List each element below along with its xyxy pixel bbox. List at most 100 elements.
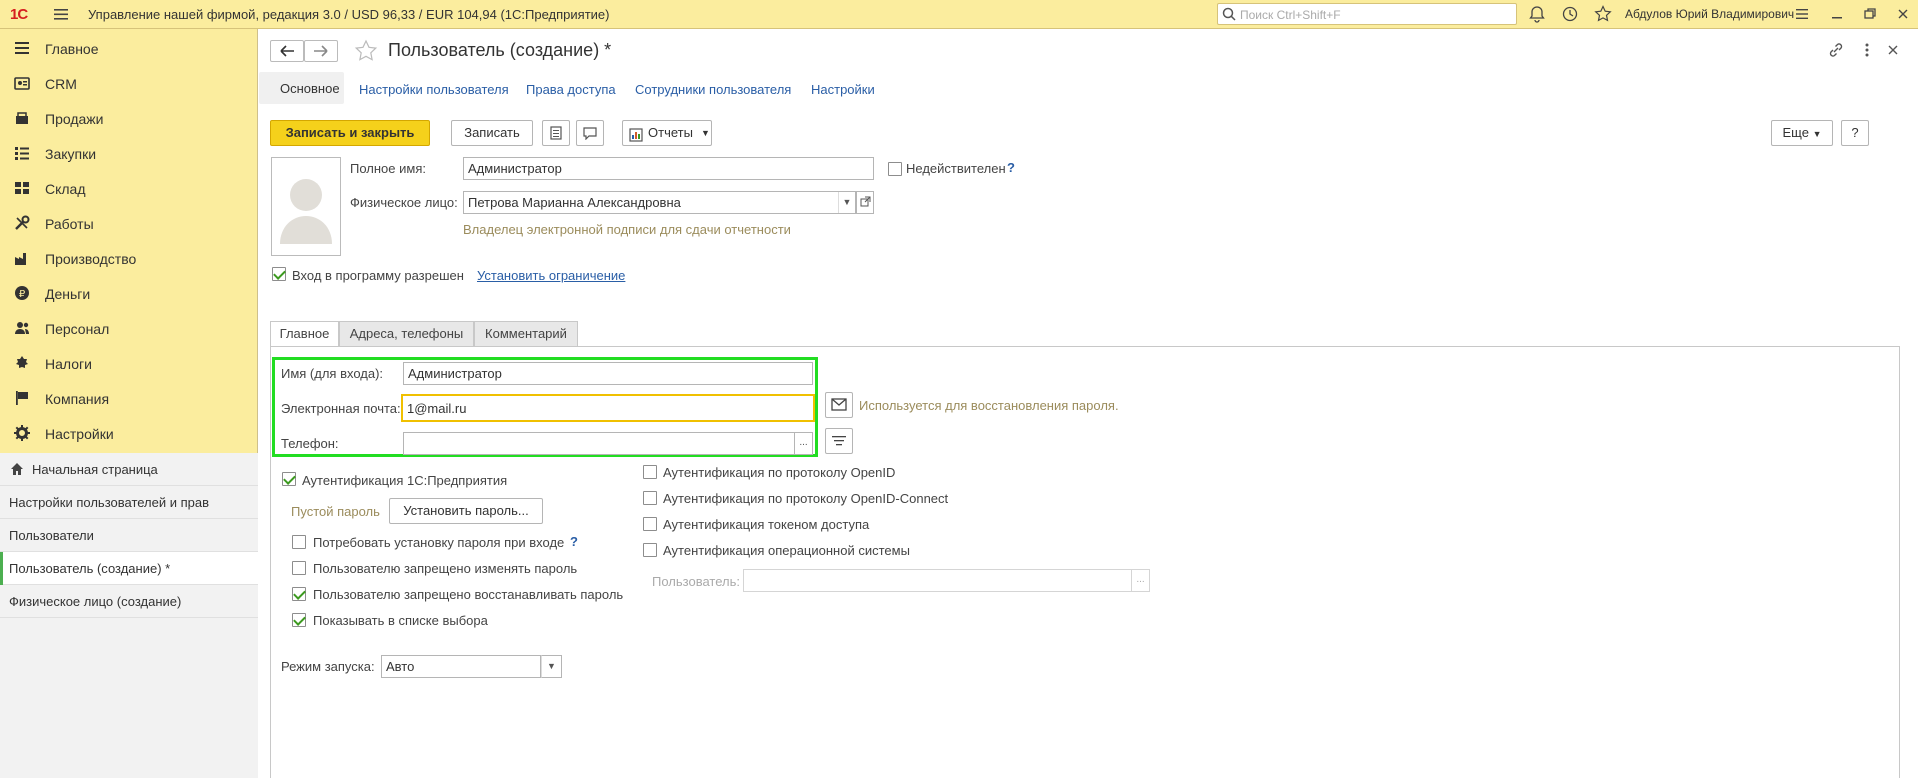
auth-os-label: Аутентификация операционной системы: [663, 543, 910, 558]
comment-button[interactable]: [576, 120, 604, 146]
tab-user-settings[interactable]: Настройки пользователя: [359, 82, 509, 97]
settings-lines-icon[interactable]: [1793, 5, 1811, 23]
sidebar-item-purchases[interactable]: Закупки: [0, 136, 258, 171]
invalid-checkbox[interactable]: [888, 162, 902, 176]
flag-icon: [14, 390, 30, 406]
login-allowed-checkbox[interactable]: [272, 267, 286, 281]
inner-tab-comment[interactable]: Комментарий: [474, 321, 578, 347]
notifications-icon[interactable]: [1528, 5, 1546, 23]
auth-1c-checkbox[interactable]: [282, 472, 296, 486]
favorites-star-icon[interactable]: [1594, 5, 1612, 23]
sidebar-item-production[interactable]: Производство: [0, 241, 258, 276]
save-button[interactable]: Записать: [451, 120, 533, 146]
home-icon: [10, 462, 24, 479]
person-dropdown-icon[interactable]: ▼: [838, 192, 855, 213]
set-password-button[interactable]: Установить пароль...: [389, 498, 543, 524]
show-in-list-checkbox[interactable]: [292, 613, 306, 627]
send-email-button[interactable]: [825, 392, 853, 418]
login-name-input[interactable]: Администратор: [403, 362, 813, 385]
open-window-item[interactable]: Физическое лицо (создание): [0, 585, 258, 618]
help-button[interactable]: ?: [1841, 120, 1869, 146]
sidebar-item-label: Деньги: [45, 286, 91, 302]
open-person-icon[interactable]: [856, 191, 874, 214]
close-app-icon[interactable]: [1894, 5, 1912, 23]
set-restriction-link[interactable]: Установить ограничение: [477, 268, 625, 283]
sidebar-item-crm[interactable]: CRM: [0, 66, 258, 101]
sidebar-item-settings[interactable]: Настройки: [0, 416, 258, 451]
sidebar-item-company[interactable]: Компания: [0, 381, 258, 416]
favorite-star-icon[interactable]: [354, 39, 378, 66]
sidebar-item-label: Закупки: [45, 146, 97, 162]
phone-settings-button[interactable]: [825, 428, 853, 454]
back-button[interactable]: [270, 40, 304, 62]
require-password-checkbox[interactable]: [292, 535, 306, 549]
open-window-label: Начальная страница: [32, 462, 158, 477]
reports-dropdown-button[interactable]: Отчеты ▼: [622, 120, 712, 146]
phone-input[interactable]: [403, 432, 795, 455]
minimize-icon[interactable]: [1828, 5, 1846, 23]
sidebar-item-label: Продажи: [45, 111, 104, 127]
history-icon[interactable]: [1561, 5, 1579, 23]
current-user-name[interactable]: Абдулов Юрий Владимирович: [1625, 7, 1794, 21]
open-window-home[interactable]: Начальная страница: [0, 453, 258, 486]
auth-token-checkbox[interactable]: [643, 517, 657, 531]
tab-user-employees[interactable]: Сотрудники пользователя: [635, 82, 791, 97]
restore-window-icon[interactable]: [1861, 5, 1879, 23]
sidebar-item-taxes[interactable]: Налоги: [0, 346, 258, 381]
tab-settings[interactable]: Настройки: [811, 82, 875, 97]
link-icon[interactable]: [1827, 41, 1845, 62]
open-window-label: Пользователь (создание) *: [9, 561, 171, 576]
sidebar-item-label: Производство: [45, 251, 137, 267]
more-dropdown-button[interactable]: Еще ▼: [1771, 120, 1833, 146]
form-area: Пользователь (создание) * Основное Настр…: [259, 29, 1918, 778]
forward-button[interactable]: [304, 40, 338, 62]
purchases-icon: [14, 145, 30, 161]
help-icon[interactable]: ?: [1007, 160, 1015, 175]
os-user-label: Пользователь:: [652, 574, 740, 589]
login-name-label: Имя (для входа):: [281, 366, 384, 381]
run-mode-dropdown-icon[interactable]: ▼: [541, 655, 562, 678]
auth-openid-connect-checkbox[interactable]: [643, 491, 657, 505]
list-button[interactable]: [542, 120, 570, 146]
main-menu-icon[interactable]: [52, 5, 70, 23]
person-input[interactable]: Петрова Марианна Александровна: [463, 191, 856, 214]
tab-main-panel[interactable]: Основное: [259, 72, 344, 104]
more-actions-icon[interactable]: [1858, 41, 1876, 62]
svg-text:₽: ₽: [19, 289, 26, 300]
global-search-input[interactable]: Поиск Ctrl+Shift+F: [1217, 3, 1517, 25]
login-allowed-label: Вход в программу разрешен: [292, 268, 464, 283]
os-user-ellipsis-button[interactable]: ...: [1132, 569, 1150, 592]
close-form-icon[interactable]: [1884, 41, 1902, 62]
avatar[interactable]: [271, 157, 341, 256]
sidebar-item-main[interactable]: Главное: [0, 31, 258, 66]
sidebar-item-works[interactable]: Работы: [0, 206, 258, 241]
tab-access-rights[interactable]: Права доступа: [526, 82, 616, 97]
tools-icon: [14, 215, 30, 231]
sidebar-item-money[interactable]: ₽ Деньги: [0, 276, 258, 311]
tab-main-label: Основное: [280, 81, 340, 96]
inner-tab-main[interactable]: Главное: [270, 321, 339, 347]
save-close-button[interactable]: Записать и закрыть: [270, 120, 430, 146]
run-mode-select[interactable]: Авто: [381, 655, 541, 678]
sidebar-item-label: Компания: [45, 391, 110, 407]
list-icon: [549, 126, 563, 143]
open-window-item[interactable]: Настройки пользователей и прав: [0, 486, 258, 519]
email-input[interactable]: 1@mail.ru: [401, 394, 815, 422]
sidebar-item-personnel[interactable]: Персонал: [0, 311, 258, 346]
forbid-restore-label: Пользователю запрещено восстанавливать п…: [313, 587, 624, 602]
help-icon[interactable]: ?: [570, 534, 578, 549]
sidebar-item-warehouse[interactable]: Склад: [0, 171, 258, 206]
sidebar-item-label: Склад: [45, 181, 86, 197]
forbid-change-checkbox[interactable]: [292, 561, 306, 575]
auth-openid-checkbox[interactable]: [643, 465, 657, 479]
sidebar-item-sales[interactable]: Продажи: [0, 101, 258, 136]
inner-tab-addresses[interactable]: Адреса, телефоны: [339, 321, 474, 347]
open-window-item-active[interactable]: Пользователь (создание) *: [0, 552, 258, 585]
auth-os-checkbox[interactable]: [643, 543, 657, 557]
full-name-input[interactable]: Администратор: [463, 157, 874, 180]
reports-icon: [629, 126, 643, 150]
phone-ellipsis-button[interactable]: ...: [795, 432, 813, 455]
os-user-input[interactable]: [743, 569, 1132, 592]
forbid-restore-checkbox[interactable]: [292, 587, 306, 601]
open-window-item[interactable]: Пользователи: [0, 519, 258, 552]
